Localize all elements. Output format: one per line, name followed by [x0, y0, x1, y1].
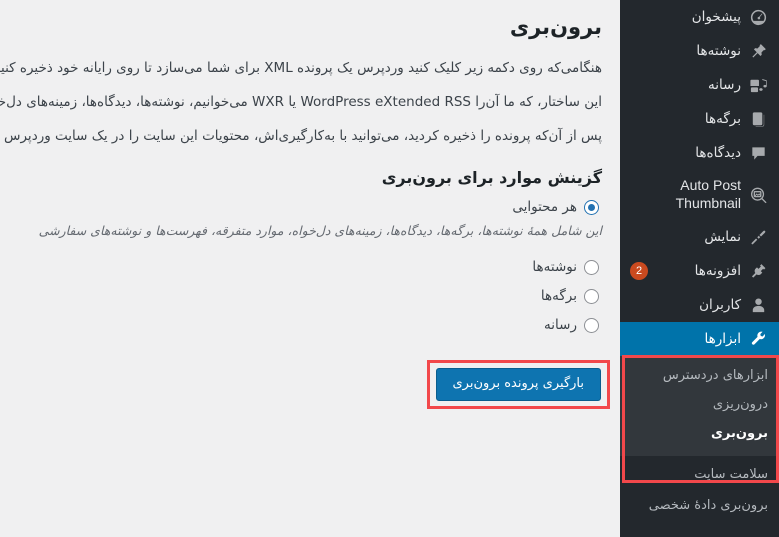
admin-sidebar-menu: پیشخوان نوشته‌ها رسانه	[620, 0, 779, 537]
radio-indicator[interactable]	[584, 288, 599, 304]
submenu-item-export[interactable]: برون‌بری	[620, 420, 779, 449]
sidebar-item-label: دیدگاه‌ها	[695, 144, 741, 161]
comment-icon	[748, 143, 768, 163]
radio-indicator[interactable]	[584, 259, 599, 275]
radio-option-pages[interactable]: برگه‌ها	[0, 288, 602, 304]
sidebar-item-label: پیشخوان	[691, 8, 741, 25]
radio-option-media[interactable]: رسانه	[0, 317, 602, 333]
radio-option-all-content[interactable]: هر محتوایی	[0, 199, 602, 215]
sidebar-item-appearance[interactable]: نمایش	[620, 220, 779, 254]
pushpin-icon	[748, 41, 768, 61]
sidebar-item-label: Auto Post Thumbnail	[675, 177, 741, 211]
radio-label: رسانه	[544, 317, 577, 334]
plugin-icon	[748, 261, 768, 281]
paintbrush-icon	[748, 227, 768, 247]
tools-submenu: ابزارهای دردسترس درون‌ریزی برون‌بری	[620, 356, 779, 457]
sidebar-item-label: نمایش	[704, 228, 741, 245]
submit-button-wrapper: بارگیری پرونده برون‌بری	[426, 360, 610, 410]
radio-label: نوشته‌ها	[532, 259, 577, 276]
pages-icon	[748, 109, 768, 129]
sidebar-item-label: افزونه‌ها	[694, 262, 741, 279]
sidebar-item-media[interactable]: رسانه	[620, 68, 779, 102]
sidebar-item-comments[interactable]: دیدگاه‌ها	[620, 136, 779, 170]
main-content-area: برون‌بری هنگامی‌که روی دکمه زیر کلیک کنی…	[0, 0, 620, 537]
submenu-item-export-personal-data[interactable]: برون‌بری دادهٔ شخصی	[620, 491, 779, 521]
submenu-item-site-health[interactable]: سلامت سایت	[620, 460, 779, 490]
sidebar-item-tools[interactable]: ابزارها	[620, 322, 779, 356]
sidebar-item-plugins[interactable]: افزونه‌ها 2	[620, 254, 779, 288]
sidebar-item-label: ابزارها	[704, 330, 741, 347]
wrench-icon	[748, 329, 768, 349]
submenu-item-import[interactable]: درون‌ریزی	[620, 391, 779, 420]
sidebar-item-posts[interactable]: نوشته‌ها	[620, 34, 779, 68]
radio-option-posts[interactable]: نوشته‌ها	[0, 259, 602, 275]
dashboard-icon	[748, 7, 768, 27]
sidebar-item-label: کاربران	[699, 296, 741, 313]
sidebar-item-pages[interactable]: برگه‌ها	[620, 102, 779, 136]
sidebar-tail-items: سلامت سایت برون‌بری دادهٔ شخصی	[620, 456, 779, 521]
export-description-2: این ساختار، که ما آن‌را WordPress eXtend…	[0, 93, 602, 110]
user-icon	[748, 295, 768, 315]
wp-admin-screen: برون‌بری هنگامی‌که روی دکمه زیر کلیک کنی…	[0, 0, 779, 537]
page-title: برون‌بری	[509, 15, 602, 39]
export-description-3: پس از آن‌که پرونده را ذخیره کردید، می‌تو…	[0, 127, 602, 144]
all-content-note: این شامل همهٔ نوشته‌ها، برگه‌ها، دیدگاه‌…	[38, 223, 602, 239]
media-icon	[748, 75, 768, 95]
sidebar-item-dashboard[interactable]: پیشخوان	[620, 0, 779, 34]
submenu-item-available-tools[interactable]: ابزارهای دردسترس	[620, 362, 779, 391]
sidebar-item-label: رسانه	[708, 76, 741, 93]
sidebar-item-label: برگه‌ها	[704, 110, 741, 127]
download-export-file-button[interactable]: بارگیری پرونده برون‌بری	[435, 368, 601, 402]
sidebar-item-label: نوشته‌ها	[696, 42, 741, 59]
image-search-icon	[748, 185, 768, 205]
plugins-update-badge: 2	[630, 262, 648, 280]
radio-indicator[interactable]	[584, 199, 599, 215]
radio-indicator[interactable]	[584, 317, 599, 333]
sidebar-item-auto-post-thumbnail[interactable]: Auto Post Thumbnail	[620, 170, 779, 220]
radio-label: برگه‌ها	[540, 288, 577, 305]
sidebar-item-users[interactable]: کاربران	[620, 288, 779, 322]
export-description-1: هنگامی‌که روی دکمه زیر کلیک کنید وردپرس …	[0, 60, 602, 77]
section-title-choose-export: گزینش موارد برای برون‌بری	[381, 168, 602, 188]
radio-label: هر محتوایی	[512, 199, 577, 216]
